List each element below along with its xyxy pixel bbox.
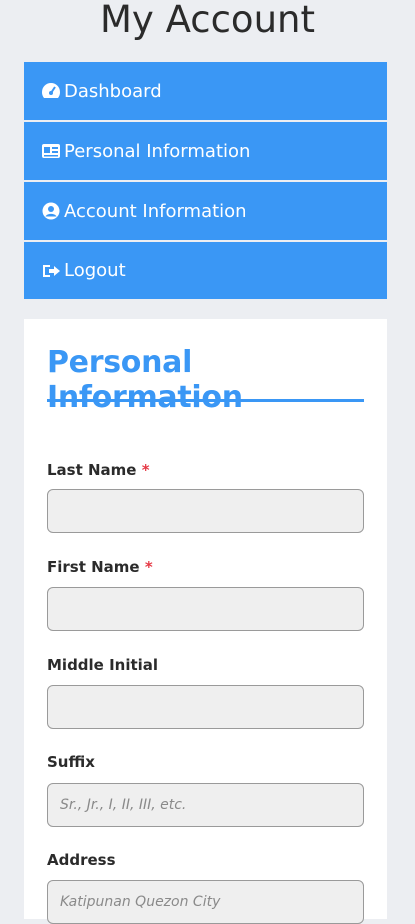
nav-item-personal-information[interactable]: Personal Information xyxy=(24,122,387,180)
nav-label-account-information: Account Information xyxy=(64,200,247,222)
suffix-label-text: Suffix xyxy=(47,753,95,771)
dashboard-icon xyxy=(40,81,62,101)
middle-initial-label-text: Middle Initial xyxy=(47,656,159,674)
address-label: Address xyxy=(47,851,116,869)
form-title: Personal Information xyxy=(47,345,243,415)
address-label-text: Address xyxy=(47,851,116,869)
personal-information-card: Personal Information Last Name * First N… xyxy=(24,319,387,924)
last-name-field[interactable] xyxy=(47,489,364,533)
nav-item-account-information[interactable]: Account Information xyxy=(24,182,387,240)
user-circle-icon xyxy=(40,201,62,221)
first-name-label-text: First Name xyxy=(47,558,140,576)
logout-icon xyxy=(40,261,62,281)
suffix-field[interactable] xyxy=(47,783,364,827)
required-marker: * xyxy=(141,461,150,479)
nav-label-personal-information: Personal Information xyxy=(64,140,251,162)
required-marker: * xyxy=(144,558,153,576)
address-field[interactable] xyxy=(47,880,364,924)
first-name-label: First Name * xyxy=(47,558,153,576)
suffix-label: Suffix xyxy=(47,753,95,771)
nav-label-dashboard: Dashboard xyxy=(64,80,162,102)
nav-label-logout: Logout xyxy=(64,260,126,281)
nav-item-dashboard[interactable]: Dashboard xyxy=(24,62,387,120)
middle-initial-field[interactable] xyxy=(47,685,364,729)
nav-item-logout[interactable]: Logout xyxy=(24,242,387,299)
last-name-label: Last Name * xyxy=(47,461,150,479)
title-divider xyxy=(47,399,364,402)
first-name-field[interactable] xyxy=(47,587,364,631)
id-card-icon xyxy=(40,141,62,161)
last-name-label-text: Last Name xyxy=(47,461,137,479)
account-nav: Dashboard Personal Information Account I… xyxy=(24,62,387,299)
middle-initial-label: Middle Initial xyxy=(47,656,158,674)
page-title: My Account xyxy=(100,0,315,41)
